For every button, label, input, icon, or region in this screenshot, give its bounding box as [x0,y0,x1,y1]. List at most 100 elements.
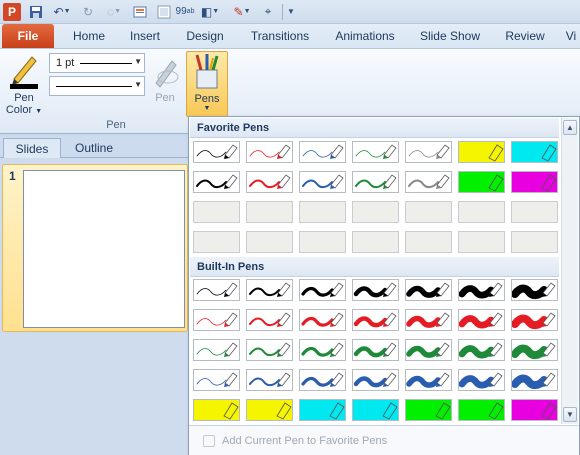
tab-animations[interactable]: Animations [330,24,400,48]
pen-stroke-icon [196,282,238,297]
pens-button[interactable]: Pens ▼ [186,51,228,117]
thickness-value: 1 pt [56,57,75,69]
pen-swatch-gray[interactable] [405,171,452,193]
pen-stroke-icon [459,142,504,162]
tab-slides[interactable]: Slides [3,138,61,158]
new-slide-icon[interactable] [132,3,148,20]
pen-color-icon [10,56,38,89]
pointer-icon[interactable]: ⌖ [260,3,276,20]
empty-pen-slot [352,231,399,253]
pen-swatch-black[interactable] [193,279,240,301]
pen-swatch-green[interactable] [299,339,346,361]
favorite-pens-header: Favorite Pens [190,118,559,138]
pen-swatch-black[interactable] [193,171,240,193]
pen-swatch-blue[interactable] [352,369,399,391]
pen-swatch-blue[interactable] [458,369,505,391]
qat-separator [282,4,283,20]
pen-swatch-cyan[interactable] [299,399,346,421]
pen-swatch-green[interactable] [458,339,505,361]
pen-swatch-red[interactable] [193,309,240,331]
pen-swatch-gray[interactable] [405,141,452,163]
slide-thumbnail[interactable] [23,170,185,328]
pen-swatch-green[interactable] [352,339,399,361]
pen-color-button[interactable]: Pen Color ▼ [4,53,44,117]
pens-gallery: Favorite Pens Built-In Pens ▲ ▼ Add Curr… [188,116,580,455]
redo-icon[interactable]: ↻ [80,3,96,20]
pen-swatch-green[interactable] [511,339,558,361]
pen-swatch-blue[interactable] [299,141,346,163]
pen-stroke-icon [459,282,503,299]
gallery-scrollbar[interactable]: ▲ ▼ [561,118,578,424]
powerpoint-logo-icon[interactable]: P [3,3,21,21]
pen-swatch-black[interactable] [352,279,399,301]
tab-home[interactable]: Home [66,24,112,48]
pen-swatch-blue[interactable] [405,369,452,391]
pen-stroke-icon [459,400,504,420]
pen-color-icon[interactable]: ✎ ▼ [228,3,256,20]
pen-swatch-green[interactable] [352,141,399,163]
pen-stroke-icon [459,342,503,359]
pen-stroke-icon [196,312,238,327]
pen-swatch-cyan[interactable] [511,141,558,163]
pen-swatch-green[interactable] [405,339,452,361]
pen-swatch-blue[interactable] [299,369,346,391]
tab-insert[interactable]: Insert [122,24,168,48]
pen-swatch-black[interactable] [193,141,240,163]
pen-swatch-red[interactable] [246,171,293,193]
pen-swatch-green[interactable] [246,339,293,361]
save-icon[interactable] [28,3,44,20]
builtin-pens-header: Built-In Pens [190,257,559,277]
thickness-dropdown[interactable]: 1 pt ▼ [49,53,145,73]
pen-swatch-black[interactable] [405,279,452,301]
pen-swatch-red[interactable] [511,309,558,331]
pen-swatch-lime[interactable] [458,171,505,193]
pens-cup-icon [195,54,219,89]
slide-thumbnail-selected[interactable]: 1 [2,164,188,332]
undo-icon[interactable]: ↶ ▼ [50,3,74,20]
tab-transitions[interactable]: Transitions [244,24,316,48]
pen-swatch-red[interactable] [458,309,505,331]
pen-swatch-magenta[interactable] [511,171,558,193]
dash-style-dropdown[interactable]: ▼ [49,76,145,96]
tab-review[interactable]: Review [500,24,550,48]
pen-swatch-red[interactable] [299,309,346,331]
repeat-icon[interactable]: ◌ ▼ [102,3,126,20]
scroll-up-button[interactable]: ▲ [563,120,577,135]
pen-swatch-yellow[interactable] [458,141,505,163]
spelling-icon[interactable]: 99 ab [176,3,195,20]
pen-swatch-red[interactable] [352,309,399,331]
pen-swatch-blue[interactable] [299,171,346,193]
pen-swatch-green[interactable] [352,171,399,193]
tab-view[interactable]: Vi [562,24,580,48]
pen-stroke-icon [249,342,291,357]
pen-stroke-icon [247,400,292,420]
pen-swatch-magenta[interactable] [511,399,558,421]
pen-swatch-yellow[interactable] [246,399,293,421]
pen-swatch-black[interactable] [458,279,505,301]
shapes-icon[interactable]: ◧ ▼ [198,3,222,20]
tab-design[interactable]: Design [180,24,230,48]
tab-outline[interactable]: Outline [63,138,125,158]
print-icon[interactable] [156,3,172,20]
pen-swatch-lime[interactable] [458,399,505,421]
pen-stroke-icon [459,312,503,329]
pen-swatch-green[interactable] [193,339,240,361]
pen-swatch-red[interactable] [246,141,293,163]
pen-swatch-yellow[interactable] [193,399,240,421]
empty-pen-slot [511,231,558,253]
customize-qat-icon[interactable]: ▼ [286,3,296,20]
scroll-down-button[interactable]: ▼ [563,407,577,422]
pen-swatch-red[interactable] [405,309,452,331]
pen-swatch-blue[interactable] [246,369,293,391]
pen-swatch-black[interactable] [246,279,293,301]
pen-swatch-cyan[interactable] [352,399,399,421]
tab-slide-show[interactable]: Slide Show [414,24,486,48]
pen-swatch-blue[interactable] [511,369,558,391]
pen-swatch-black[interactable] [511,279,558,301]
pen-swatch-blue[interactable] [193,369,240,391]
pen-swatch-lime[interactable] [405,399,452,421]
add-favorite-icon [203,435,215,447]
pen-swatch-red[interactable] [246,309,293,331]
tab-file[interactable]: File [2,24,54,48]
pen-swatch-black[interactable] [299,279,346,301]
